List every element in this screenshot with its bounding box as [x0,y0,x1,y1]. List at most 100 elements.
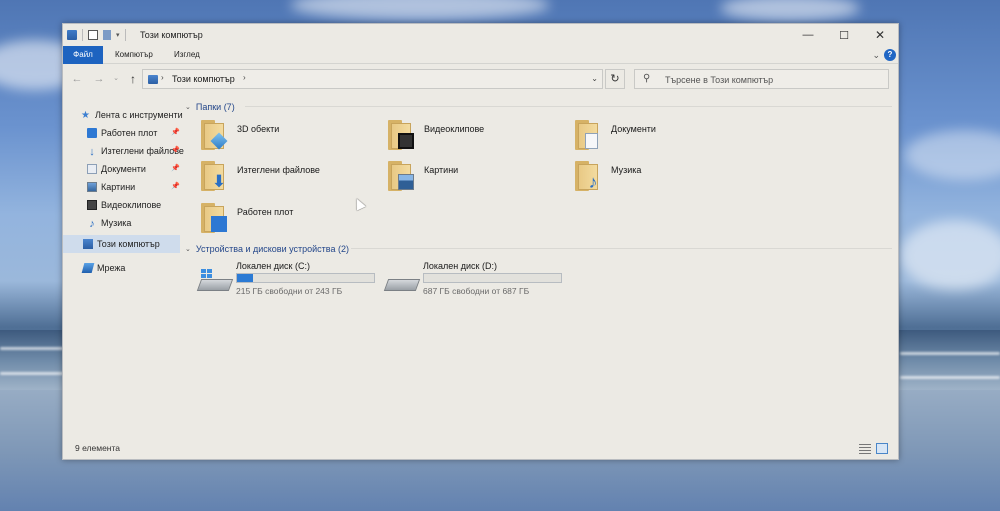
tab-computer[interactable]: Компютър [107,46,161,64]
properties-icon[interactable] [88,30,98,40]
folder-pictures[interactable]: Картини [372,159,552,195]
collapse-chevron-icon[interactable]: ⌄ [185,245,191,253]
folder-label: Картини [424,165,459,175]
folder-music[interactable]: ♪ Музика [559,159,739,195]
sidebar-item-label: Картини [101,182,136,192]
sidebar-item-label: Видеоклипове [101,200,162,210]
folder-label: Изтеглени файлове [237,165,320,175]
refresh-button[interactable]: ↻ [605,69,625,89]
folder-icon [388,120,414,150]
documents-icon [87,164,97,174]
folder-label: Документи [611,124,656,134]
film-icon [398,133,414,149]
network-icon [81,263,95,273]
folder-desktop[interactable]: Работен плот [185,201,365,237]
drive-usage-bar [423,273,562,283]
search-icon: ⚲ [643,73,651,84]
folder-icon [201,203,227,233]
group-title: Папки (7) [195,102,235,112]
sidebar-item-network[interactable]: Мрежа [81,260,126,276]
breadcrumb-this-pc[interactable]: Този компютър [172,74,235,84]
folder-3d-objects[interactable]: 3D обекти [185,118,365,154]
drive-label: Локален диск (C:) [236,261,310,271]
folder-icon [388,161,414,191]
folder-icon: ⬇ [201,161,227,191]
large-icons-view-button[interactable] [876,443,888,454]
sidebar-item-label: Този компютър [97,239,160,249]
expand-ribbon-icon[interactable]: ⌄ [872,50,880,61]
computer-icon [148,75,158,84]
minimize-button[interactable]: — [790,24,826,46]
search-box[interactable]: ⚲ [634,69,889,89]
navigation-bar: ← → ⌄ ↑ › Този компютър › ⌄ ↻ ⚲ [63,66,898,92]
sidebar-item-label: Работен плот [101,128,158,138]
window-title: Този компютър [140,30,203,40]
folder-downloads[interactable]: ⬇ Изтеглени файлове [185,159,365,195]
sidebar-item-downloads[interactable]: ↓ Изтеглени файлове [87,143,184,159]
sidebar-item-videos[interactable]: Видеоклипове [87,197,161,213]
picture-icon [398,174,414,190]
title-bar: ▾ Този компютър — ☐ ✕ [63,24,898,46]
drive-d[interactable]: Локален диск (D:) 687 ГБ свободни от 687… [372,261,572,301]
search-input[interactable] [665,73,880,86]
maximize-button[interactable]: ☐ [826,24,862,46]
star-icon: ★ [81,110,90,121]
sidebar-item-music[interactable]: ♪ Музика [87,215,131,231]
pin-icon[interactable]: 📌 [171,146,180,154]
group-divider [351,248,892,249]
collapse-chevron-icon[interactable]: ⌄ [185,103,191,111]
help-icon[interactable]: ? [884,49,896,61]
new-folder-icon[interactable] [103,30,111,40]
sidebar-item-label: Мрежа [97,263,126,273]
tab-file[interactable]: Файл [63,46,103,64]
hard-drive-icon [196,269,234,293]
status-bar: 9 елемента [63,439,898,459]
drive-usage-bar [236,273,375,283]
tab-view[interactable]: Изглед [166,46,208,64]
folder-icon [201,120,228,150]
group-divider [245,106,892,107]
hard-drive-icon [383,269,421,293]
forward-button[interactable]: → [91,71,107,87]
recent-locations-icon[interactable]: ⌄ [111,71,121,87]
music-note-icon: ♪ [588,172,598,192]
details-view-button[interactable] [859,443,871,454]
folders-group-header[interactable]: ⌄ Папки (7) [185,100,235,114]
folder-videos[interactable]: Видеоклипове [372,118,552,154]
computer-icon [83,239,93,249]
item-count: 9 елемента [75,443,121,453]
drive-c[interactable]: Локален диск (C:) 215 ГБ свободни от 243… [185,261,385,301]
pin-icon[interactable]: 📌 [171,164,180,172]
document-icon [585,133,598,149]
folder-documents[interactable]: Документи [559,118,739,154]
drive-free-space: 215 ГБ свободни от 243 ГБ [236,286,343,296]
folder-icon: ♪ [575,161,601,191]
explorer-window: ▾ Този компютър — ☐ ✕ Файл Компютър Изгл… [62,23,899,460]
pin-icon[interactable]: 📌 [171,182,180,190]
sidebar-item-this-pc[interactable]: Този компютър [83,236,160,252]
folder-label: 3D обекти [237,124,280,134]
back-button[interactable]: ← [69,71,85,87]
up-button[interactable]: ↑ [125,71,141,87]
drive-usage-fill [237,274,253,282]
drive-label: Локален диск (D:) [423,261,497,271]
sidebar-item-pictures[interactable]: Картини [87,179,135,195]
customize-toolbar-icon[interactable]: ▾ [116,31,120,39]
navigation-pane: ★ Лента с инструменти Работен плот 📌 ↓ И… [63,104,185,439]
pin-icon[interactable]: 📌 [171,128,180,136]
sidebar-item-documents[interactable]: Документи [87,161,146,177]
devices-group-header[interactable]: ⌄ Устройства и дискови устройства (2) [185,242,349,256]
sidebar-item-desktop[interactable]: Работен плот [87,125,157,141]
drive-free-space: 687 ГБ свободни от 687 ГБ [423,286,530,296]
close-button[interactable]: ✕ [862,24,898,46]
sidebar-item-quick-access[interactable]: ★ Лента с инструменти [81,107,183,123]
breadcrumb-chevron-icon[interactable]: › [161,73,164,82]
address-bar[interactable]: › Този компютър › ⌄ [142,69,603,89]
toolbar-divider [124,29,126,41]
desktop-icon [87,128,97,138]
folder-icon [575,120,601,150]
address-dropdown-icon[interactable]: ⌄ [591,74,598,83]
windows-logo-icon [201,269,212,279]
breadcrumb-chevron-icon[interactable]: › [243,73,246,82]
videos-icon [87,200,97,210]
